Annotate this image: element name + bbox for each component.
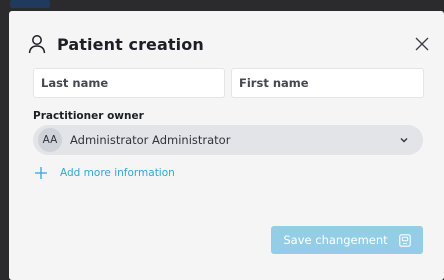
last-name-input[interactable] <box>33 68 225 98</box>
practitioner-owner-label: Practitioner owner <box>33 110 144 122</box>
practitioner-owner-select[interactable]: AA Administrator Administrator <box>33 125 423 155</box>
add-more-information-button[interactable]: Add more information <box>35 167 175 179</box>
save-changement-button[interactable]: Save changement <box>271 226 423 254</box>
avatar: AA <box>38 128 62 152</box>
first-name-input[interactable] <box>231 68 424 98</box>
save-button-label: Save changement <box>283 233 388 247</box>
background-tab <box>10 0 50 8</box>
modal-title: Patient creation <box>57 34 204 54</box>
chevron-down-icon[interactable] <box>399 136 409 144</box>
close-icon[interactable] <box>414 36 430 52</box>
add-more-information-label: Add more information <box>60 167 175 179</box>
save-icon <box>398 233 411 247</box>
user-icon <box>28 35 46 54</box>
modal-header: Patient creation <box>27 34 204 54</box>
plus-icon <box>35 167 47 179</box>
practitioner-owner-value: Administrator Administrator <box>70 133 231 147</box>
